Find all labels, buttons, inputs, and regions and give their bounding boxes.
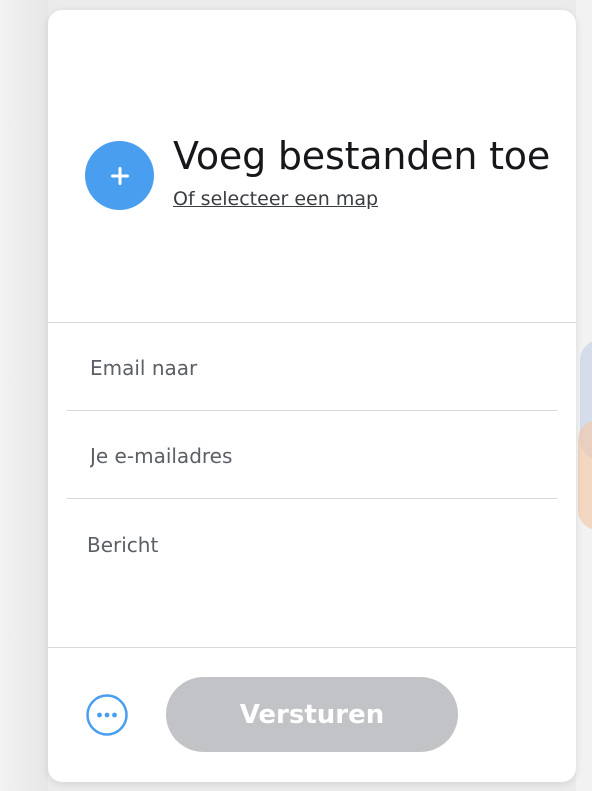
divider — [67, 498, 557, 499]
add-files-title[interactable]: Voeg bestanden toe — [173, 132, 550, 180]
add-files-area[interactable]: Voeg bestanden toe Of selecteer een map — [48, 10, 576, 322]
email-to-field[interactable] — [90, 350, 550, 386]
options-button[interactable] — [85, 693, 129, 737]
background-decoration-orange — [578, 420, 592, 530]
add-files-button[interactable] — [85, 141, 154, 210]
divider — [48, 647, 576, 648]
email-from-field[interactable] — [90, 438, 550, 474]
send-button[interactable]: Versturen — [166, 677, 458, 752]
transfer-panel: Voeg bestanden toe Of selecteer een map … — [48, 10, 576, 782]
more-options-icon — [86, 694, 128, 736]
divider — [48, 322, 576, 323]
message-field[interactable] — [87, 532, 557, 632]
select-folder-link[interactable]: Of selecteer een map — [173, 186, 378, 212]
divider — [67, 410, 557, 411]
plus-icon — [110, 166, 129, 185]
background-left — [0, 0, 48, 791]
